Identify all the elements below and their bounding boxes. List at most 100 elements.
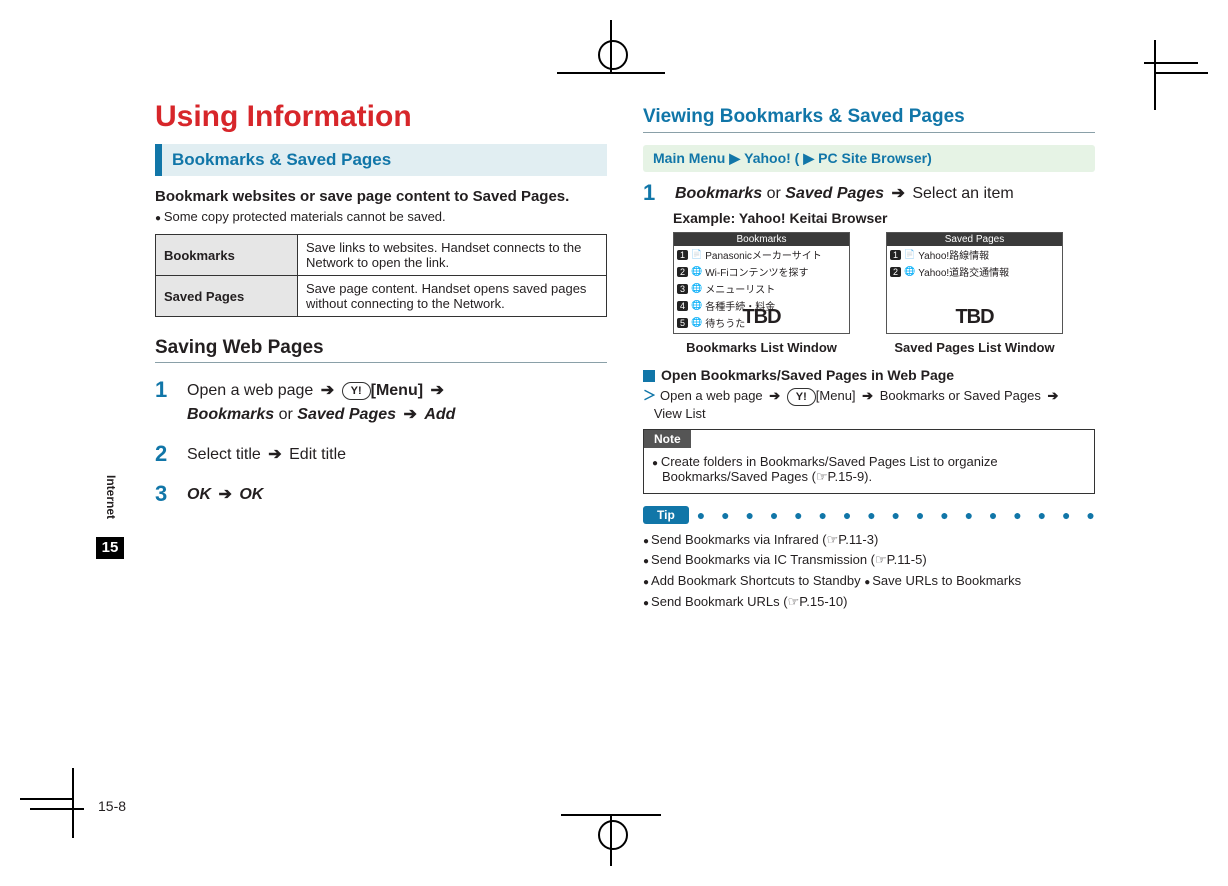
list-item: Wi-Fiコンテンツを探す [705,264,808,279]
step-body: Bookmarks or Saved Pages ➔ Select an ite… [675,182,1095,206]
step-body: Open a web page ➔ Y![Menu] ➔ Bookmarks o… [187,379,607,427]
step: 3 OK ➔ OK [155,483,607,507]
tip-item: Send Bookmarks via Infrared (☞P.11-3) [643,532,878,547]
triangle-icon: ▶ [725,150,744,166]
right-column: Viewing Bookmarks & Saved Pages Main Men… [643,100,1095,613]
intro-text: Bookmark websites or save page content t… [155,188,607,205]
step-number: 1 [643,182,661,206]
step-text: or [945,388,964,403]
step: 1 Bookmarks or Saved Pages ➔ Select an i… [643,182,1095,206]
screenshot-titlebar: Saved Pages [887,233,1062,246]
menu-path-item: PC Site Browser) [818,150,932,166]
arrow-icon: ➔ [400,406,419,423]
side-tab-label: Internet [104,466,118,528]
arrow-icon: ➔ [428,382,447,399]
chapter-number: 15 [96,537,124,559]
example-label: Example: Yahoo! Keitai Browser [673,210,1095,226]
definitions-table: Bookmarks Save links to websites. Handse… [155,234,607,317]
note-box: Note Create folders in Bookmarks/Saved P… [643,429,1095,494]
step-text: Saved Pages [785,185,884,202]
step-text: OK [239,486,263,503]
step: 2 Select title ➔ Edit title [155,443,607,467]
crop-mark [20,798,74,800]
step-text: Open a web page [660,388,766,403]
step-body: OK ➔ OK [187,483,607,507]
tip-heading: Tip ● ● ● ● ● ● ● ● ● ● ● ● ● ● ● ● ● ● … [643,506,1095,524]
step-body: Select title ➔ Edit title [187,443,607,467]
crop-mark [598,820,628,850]
arrow-icon: ➔ [318,382,337,399]
step: 1 Open a web page ➔ Y![Menu] ➔ Bookmarks… [155,379,607,427]
screenshot-caption: Saved Pages List Window [886,340,1063,355]
step-text: View List [654,406,706,421]
step-text: Open a web page [187,382,318,399]
arrow-icon: ➔ [265,446,284,463]
side-tab: Internet 15 [96,466,126,559]
arrow-icon: ➔ [766,388,783,403]
note-label: Note [644,430,691,448]
menu-path-item: Main Menu [653,150,725,166]
step-text: Bookmarks [675,185,762,202]
list-item: Yahoo!路線情報 [918,247,989,262]
step-text: Edit title [285,446,346,463]
step-text: Bookmarks [187,406,274,423]
step-text: Saved Pages [964,388,1041,403]
tip-item: Send Bookmark URLs (☞P.15-10) [643,594,847,609]
subsection-heading: Saving Web Pages [155,337,607,363]
step-text: [Menu] [816,388,856,403]
step-text: or [762,185,785,202]
arrow-icon: ➔ [888,185,907,202]
screenshot-titlebar: Bookmarks [674,233,849,246]
crop-mark [561,814,661,816]
step-number: 3 [155,483,173,507]
screenshot-bookmarks: Bookmarks 1📄Panasonicメーカーサイト 2🌐Wi-Fiコンテン… [673,232,850,334]
crop-mark [557,72,665,74]
softkey-icon: Y! [342,382,371,400]
screenshot-block: Bookmarks 1📄Panasonicメーカーサイト 2🌐Wi-Fiコンテン… [673,232,850,355]
dots-decoration: ● ● ● ● ● ● ● ● ● ● ● ● ● ● ● ● ● ● ● ● … [697,507,1095,523]
square-icon [643,370,655,382]
tbd-label: TBD [674,306,849,329]
note-body: Create folders in Bookmarks/Saved Pages … [644,448,1094,493]
instruction-line: ＞Open a web page ➔ Y![Menu] ➔ Bookmarks … [643,385,1095,421]
step-text: Select title [187,446,265,463]
crop-mark [1154,72,1208,74]
arrow-icon: ➔ [859,388,876,403]
tip-label: Tip [643,506,689,524]
tip-item: Send Bookmarks via IC Transmission (☞P.1… [643,552,927,567]
table-head: Bookmarks [156,235,298,276]
section-heading: Bookmarks & Saved Pages [155,144,607,176]
screenshot-saved-pages: Saved Pages 1📄Yahoo!路線情報 2🌐Yahoo!道路交通情報 … [886,232,1063,334]
list-item: Panasonicメーカーサイト [705,247,822,262]
table-row: Saved Pages Save page content. Handset o… [156,276,607,317]
arrow-icon: ➔ [215,486,234,503]
step-number: 1 [155,379,173,427]
step-text: OK [187,486,211,503]
crop-mark [72,768,74,838]
page-number: 15-8 [98,798,126,814]
tbd-label: TBD [887,306,1062,329]
step-text: Add [424,406,455,423]
table-row: Bookmarks Save links to websites. Handse… [156,235,607,276]
intro-bullet: Some copy protected materials cannot be … [155,209,607,224]
list-item: メニューリスト [705,281,775,296]
heading-text: Open Bookmarks/Saved Pages in Web Page [661,367,954,383]
inline-heading: Open Bookmarks/Saved Pages in Web Page [643,367,1095,383]
tip-item: Save URLs to Bookmarks [864,573,1021,588]
step-text: Bookmarks [880,388,945,403]
step-text: Select an item [908,185,1014,202]
table-cell: Save links to websites. Handset connects… [298,235,607,276]
step-number: 2 [155,443,173,467]
left-column: Using Information Bookmarks & Saved Page… [155,100,607,613]
screenshot-caption: Bookmarks List Window [673,340,850,355]
softkey-icon: Y! [787,388,816,406]
step-text: [Menu] [371,382,423,399]
triangle-icon: ▶ [799,150,818,166]
subsection-heading: Viewing Bookmarks & Saved Pages [643,106,1095,133]
crop-mark [598,40,628,70]
tip-list: Send Bookmarks via Infrared (☞P.11-3) Se… [643,530,1095,613]
screenshots-row: Bookmarks 1📄Panasonicメーカーサイト 2🌐Wi-Fiコンテン… [673,232,1095,355]
menu-path: Main Menu▶Yahoo! (▶PC Site Browser) [643,145,1095,172]
step-text: Saved Pages [297,406,396,423]
tip-item: Add Bookmark Shortcuts to Standby [643,573,864,588]
